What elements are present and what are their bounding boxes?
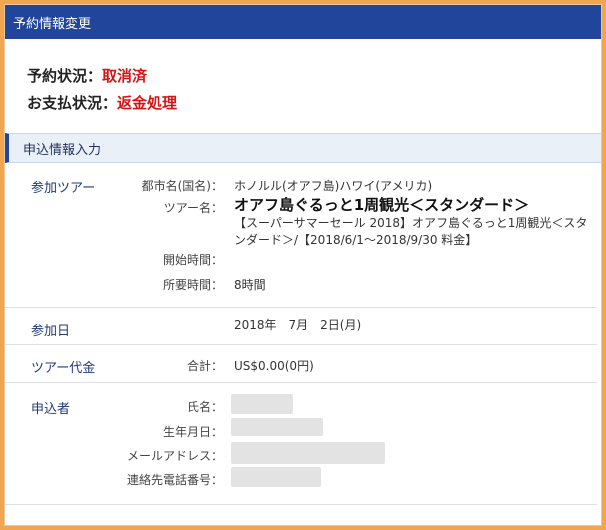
section-header: 申込情報入力	[5, 133, 601, 163]
page-title: 予約情報変更	[13, 16, 92, 32]
birth-date-redacted	[231, 418, 323, 436]
city-value: ホノルル(オアフ島)ハワイ(アメリカ)	[234, 179, 433, 193]
email-label: メールアドレス：	[126, 449, 223, 463]
payment-status-value: 返金処理	[117, 94, 178, 112]
date-block: 参加日 2018年 7月 2日(月)	[5, 308, 597, 345]
start-time-label: 開始時間：	[162, 253, 223, 267]
applicant-block: 申込者 氏名： 生年月日： メールアドレス： 連絡先電話番号：	[5, 383, 597, 505]
booking-status: 予約状況： 取消済	[27, 62, 601, 89]
tour-section-label: 参加ツアー	[31, 181, 96, 196]
total-value: US$0.00(0円)	[234, 359, 314, 373]
price-section-label: ツアー代金	[31, 361, 96, 376]
page-frame: 予約情報変更 予約状況： 取消済 お支払状況： 返金処理 申込情報入力 参加ツアー …	[4, 4, 602, 526]
tour-name-label: ツアー名：	[163, 201, 223, 215]
applicant-section-label: 申込者	[31, 402, 71, 417]
duration-value: 8時間	[234, 278, 266, 292]
phone-label: 連絡先電話番号：	[126, 473, 223, 487]
applicant-name-label: 氏名：	[186, 400, 223, 414]
total-label: 合計：	[186, 359, 223, 373]
title-bar: 予約情報変更	[5, 5, 601, 39]
booking-status-label: 予約状況：	[27, 67, 103, 85]
next-section-label-partial	[31, 509, 71, 519]
date-section-label: 参加日	[31, 324, 71, 339]
tour-name-value: オアフ島ぐるっと1周観光＜スタンダード＞	[234, 196, 530, 214]
applicant-name-redacted	[231, 394, 293, 414]
tour-name: オアフ島ぐるっと1周観光＜スタンダード＞ 【スーパーサマーセール 2018】オア…	[234, 194, 594, 249]
section-title: 申込情報入力	[23, 142, 102, 158]
date-value: 2018年 7月 2日(月)	[234, 318, 362, 332]
city-label: 都市名(国名)：	[141, 179, 223, 193]
birth-date-label: 生年月日：	[162, 425, 223, 439]
tour-name-detail: 【スーパーサマーセール 2018】オアフ島ぐるっと1周観光＜スタンダード＞/【2…	[234, 216, 588, 247]
payment-status: お支払状況： 返金処理	[27, 89, 601, 116]
next-row	[5, 505, 601, 525]
status-area: 予約状況： 取消済 お支払状況： 返金処理	[5, 39, 601, 116]
tour-block: 参加ツアー 都市名(国名)： ホノルル(オアフ島)ハワイ(アメリカ) ツアー名：…	[5, 163, 597, 308]
booking-status-value: 取消済	[102, 67, 148, 85]
email-redacted	[231, 442, 385, 464]
phone-redacted	[231, 467, 321, 487]
duration-label: 所要時間：	[162, 278, 223, 292]
price-block: ツアー代金 合計： US$0.00(0円)	[5, 345, 597, 383]
payment-status-label: お支払状況：	[27, 94, 118, 112]
